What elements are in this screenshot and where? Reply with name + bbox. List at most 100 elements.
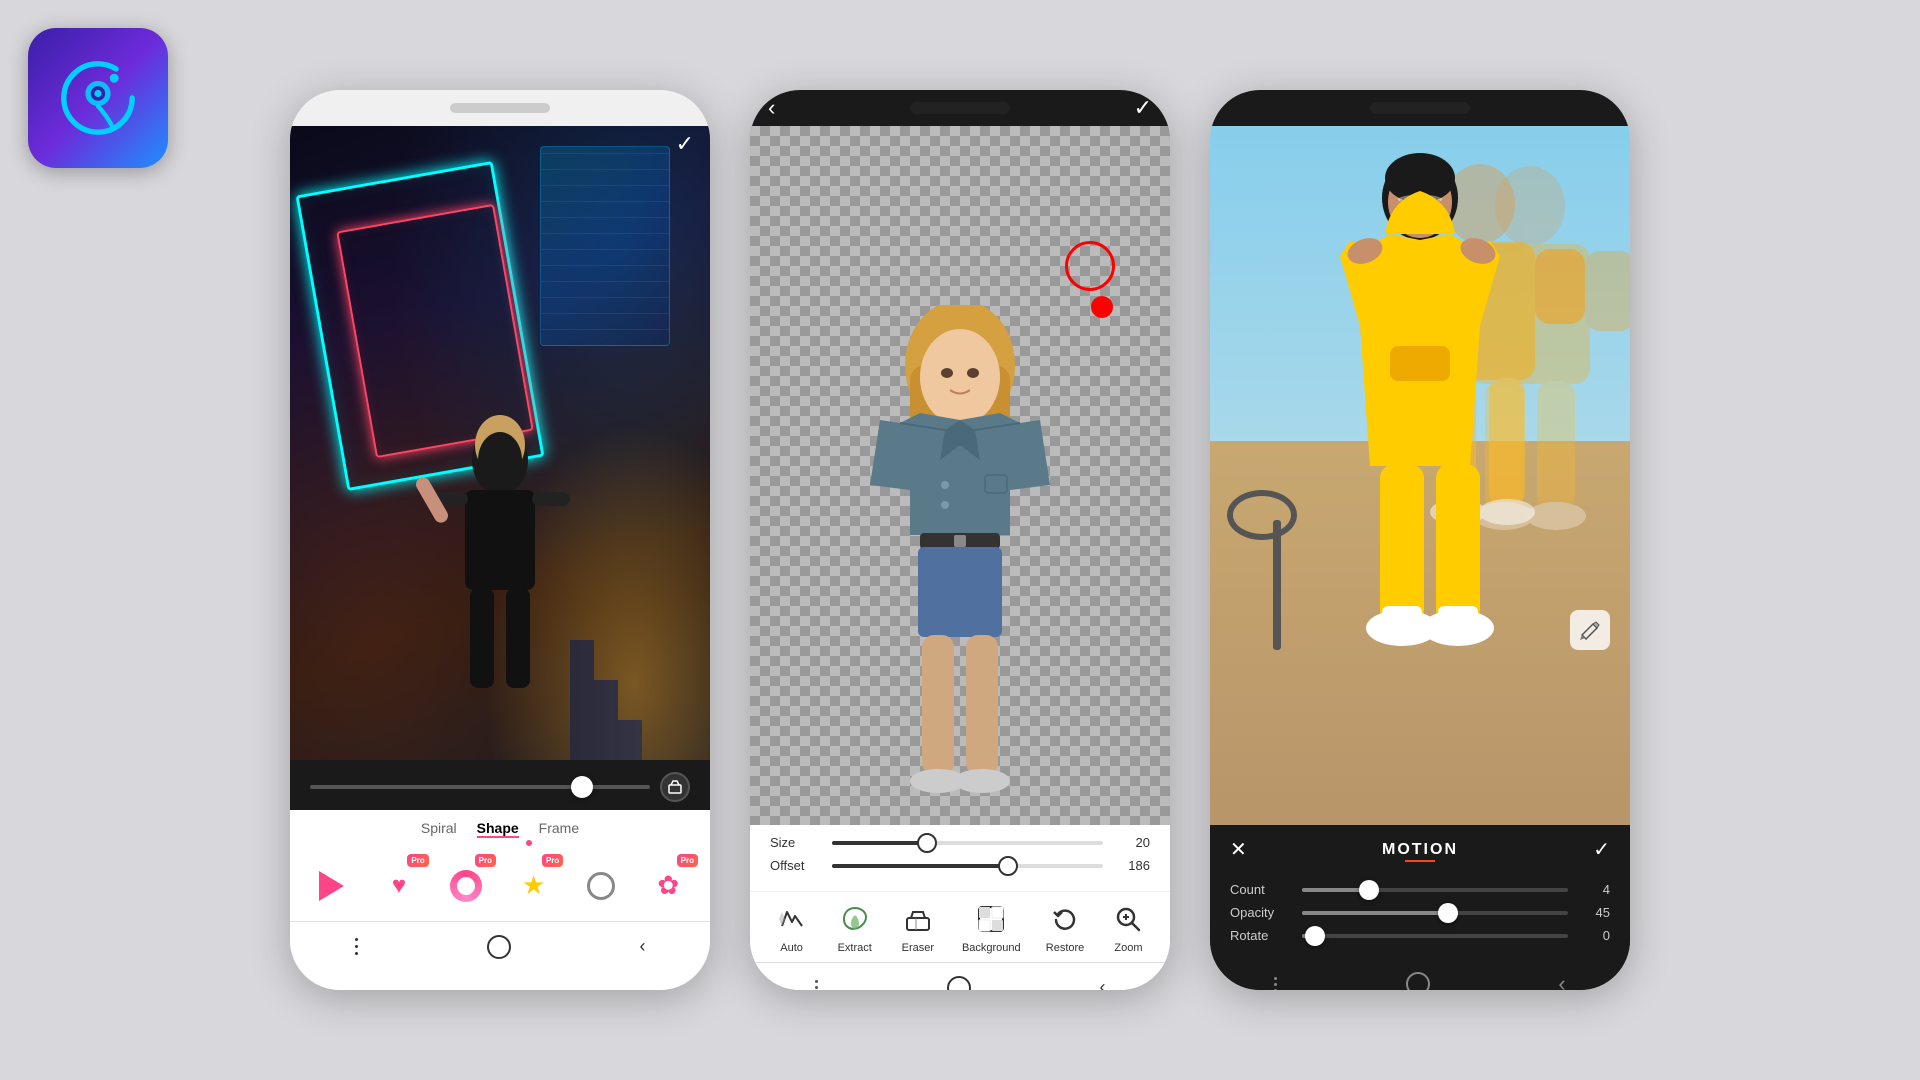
tab-frame[interactable]: Frame [539, 820, 579, 838]
size-label: Size [770, 835, 820, 850]
size-slider-track[interactable] [832, 841, 1103, 845]
shape-star[interactable]: ★ Pro [508, 858, 559, 913]
phone-2: ‹ ✓ [750, 90, 1170, 990]
shape-ring[interactable]: Pro [441, 858, 492, 913]
count-value: 4 [1580, 882, 1610, 897]
background-label: Background [962, 942, 1021, 954]
phone-1: ✓ Spiral Shape Frame [290, 90, 710, 990]
rotate-slider-thumb[interactable] [1305, 926, 1325, 946]
offset-slider-row: Offset 186 [770, 858, 1150, 873]
opacity-slider-row: Opacity 45 [1230, 905, 1610, 920]
nav-hamburger-2[interactable] [815, 980, 818, 990]
checkmark-phone2[interactable]: ✓ [1134, 95, 1152, 121]
rotate-value: 0 [1580, 928, 1610, 943]
phone-2-screen [750, 126, 1170, 825]
phone-1-bottom: Spiral Shape Frame ♥ Pro [290, 760, 710, 990]
offset-value: 186 [1115, 858, 1150, 873]
phone-2-bottom: Size 20 Offset 186 [750, 825, 1170, 990]
notch-pill-3 [1370, 102, 1470, 114]
shape-circle[interactable] [575, 858, 626, 913]
phone-2-nav-bar: ‹ [750, 962, 1170, 990]
phone-3-sliders: Count 4 Opacity 45 [1210, 874, 1630, 959]
eraser-toggle-btn[interactable] [660, 772, 690, 802]
motion-title: MOTION [1382, 841, 1458, 858]
building-bg [540, 146, 670, 346]
extract-icon [836, 900, 874, 938]
tool-restore[interactable]: Restore [1046, 900, 1085, 954]
nav-home-3[interactable] [1406, 972, 1430, 990]
count-slider-row: Count 4 [1230, 882, 1610, 897]
nav-menu-icon[interactable] [355, 938, 358, 955]
nav-home-circle[interactable] [487, 935, 511, 959]
tool-background[interactable]: Background [962, 900, 1021, 954]
nav-home-2[interactable] [947, 976, 971, 991]
pro-badge-ring: Pro [475, 854, 496, 867]
motion-title-container: MOTION [1382, 841, 1458, 859]
eraser-icon [899, 900, 937, 938]
eraser-circle-indicator [1065, 241, 1115, 291]
nav-back-chevron[interactable]: ‹ [640, 936, 646, 957]
phone-3-nav-bar: ‹ [1210, 959, 1630, 990]
size-slider-thumb[interactable] [917, 833, 937, 853]
rotate-slider-row: Rotate 0 [1230, 928, 1610, 943]
pro-badge-star: Pro [542, 854, 563, 867]
tab-shape[interactable]: Shape [477, 820, 519, 838]
pro-badge-flower: Pro [677, 854, 698, 867]
phones-container: ✓ Spiral Shape Frame [0, 0, 1920, 1080]
tool-extract[interactable]: Extract [836, 900, 874, 954]
shape-heart[interactable]: ♥ Pro [373, 858, 424, 913]
tab-spiral[interactable]: Spiral [421, 820, 457, 838]
top-checkmark-phone1[interactable]: ✓ [676, 131, 694, 157]
phone-1-slider-track[interactable] [310, 785, 650, 789]
phone-1-nav-bar: ‹ [290, 921, 710, 971]
motion-header: ✕ MOTION ✓ [1210, 825, 1630, 874]
nav-back-2[interactable]: ‹ [1100, 977, 1106, 990]
phone-2-tools: Auto Extract Eraser [750, 891, 1170, 962]
zoom-label: Zoom [1114, 942, 1142, 954]
shape-flower[interactable]: ✿ Pro [643, 858, 694, 913]
nav-back-3[interactable]: ‹ [1558, 971, 1565, 990]
rotate-slider-track[interactable] [1302, 934, 1568, 938]
checkmark-phone3[interactable]: ✓ [1593, 837, 1610, 862]
opacity-label: Opacity [1230, 905, 1290, 920]
phone-2-sliders: Size 20 Offset 186 [750, 825, 1170, 891]
count-slider-thumb[interactable] [1359, 880, 1379, 900]
opacity-value: 45 [1580, 905, 1610, 920]
offset-label: Offset [770, 858, 820, 873]
phone-1-slider-row [290, 760, 710, 810]
eraser-label: Eraser [902, 942, 934, 954]
zoom-icon [1109, 900, 1147, 938]
phone-3-screen [1210, 126, 1630, 825]
motion-underline [1405, 860, 1435, 862]
close-button-phone3[interactable]: ✕ [1230, 837, 1247, 862]
shape-play[interactable] [306, 858, 357, 913]
nav-hamburger-3[interactable] [1274, 977, 1277, 991]
tool-eraser[interactable]: Eraser [899, 900, 937, 954]
phone-1-screen: ✓ [290, 126, 710, 760]
size-value: 20 [1115, 835, 1150, 850]
app-icon[interactable] [28, 28, 168, 168]
offset-slider-thumb[interactable] [998, 856, 1018, 876]
phone-3-bottom: ✕ MOTION ✓ Count 4 [1210, 825, 1630, 990]
phone-2-notch: ‹ ✓ [750, 90, 1170, 126]
tool-zoom[interactable]: Zoom [1109, 900, 1147, 954]
offset-slider-track[interactable] [832, 864, 1103, 868]
shapes-row: ♥ Pro Pro ★ Pro [290, 850, 710, 921]
restore-label: Restore [1046, 942, 1085, 954]
back-button-phone2[interactable]: ‹ [768, 95, 775, 121]
auto-icon [773, 900, 811, 938]
tool-auto[interactable]: Auto [773, 900, 811, 954]
auto-label: Auto [780, 942, 803, 954]
opacity-slider-thumb[interactable] [1438, 903, 1458, 923]
phone-1-slider-thumb[interactable] [571, 776, 593, 798]
size-slider-row: Size 20 [770, 835, 1150, 850]
eraser-dot-indicator [1091, 296, 1113, 318]
extract-label: Extract [838, 942, 872, 954]
pro-badge-heart: Pro [407, 854, 428, 867]
notch-pill-2 [910, 102, 1010, 114]
rotate-label: Rotate [1230, 928, 1290, 943]
count-label: Count [1230, 882, 1290, 897]
count-slider-track[interactable] [1302, 888, 1568, 892]
opacity-slider-track[interactable] [1302, 911, 1568, 915]
background-icon [972, 900, 1010, 938]
